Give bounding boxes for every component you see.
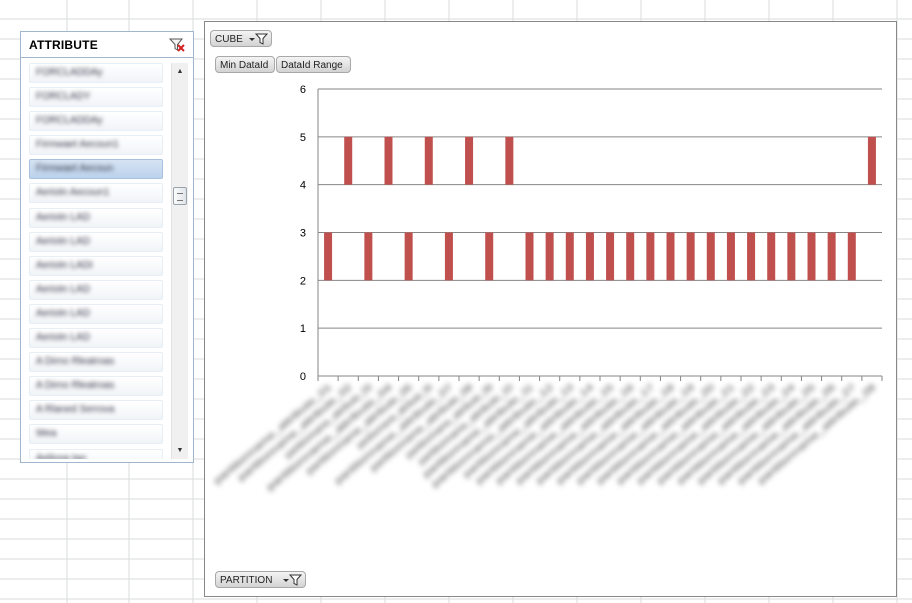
range-bar (444, 232, 453, 281)
pivot-chart: 0 1 2 3 4 5 6 partitionname_attribute_01 partiti… (204, 21, 897, 597)
dataid-range-field-label: DataId Range (281, 60, 343, 71)
partition-field-label: PARTITION (220, 575, 273, 586)
slicer-item[interactable]: Aeriotn LAD (29, 279, 163, 300)
range-bar (505, 136, 514, 185)
slicer-item-label: Aeriotn LAD (36, 332, 90, 344)
range-bar (545, 232, 554, 281)
slicer-item-label: Firmwaet Aecoun (36, 163, 114, 175)
slicer-item[interactable]: FORCLADDAy (29, 111, 163, 132)
range-bar (767, 232, 776, 281)
slicer-item[interactable]: A Dirno Rleatroas (29, 352, 163, 373)
x-category-labels: partitionname_attribute_01partitionname_… (212, 382, 877, 493)
slicer-item[interactable]: Wea (29, 424, 163, 445)
range-bar (585, 232, 594, 281)
chart-plot: 0 1 2 3 4 5 6 partitionname_attribute_01partiti… (212, 84, 883, 493)
cube-field-button[interactable]: CUBE (210, 30, 272, 47)
range-bar (606, 232, 615, 281)
range-bar (706, 232, 715, 281)
slicer-item-label: Aeriotn LADI (36, 259, 93, 271)
partition-field-button[interactable]: PARTITION (215, 571, 306, 588)
min-dataid-field-button[interactable]: Min DataId (215, 56, 275, 73)
range-bar (485, 232, 494, 281)
range-bar (364, 232, 373, 281)
slicer-item[interactable]: Aeriotn LADI (29, 255, 163, 276)
slicer-item-label: FORCLADY (36, 91, 91, 103)
y-tick-label: 5 (300, 132, 306, 144)
slicer-item[interactable]: Aeriotn Aecoun1 (29, 183, 163, 204)
y-tick-label: 2 (300, 275, 306, 287)
range-bar (686, 232, 695, 281)
slicer-item[interactable]: Aeriotn LAD (29, 207, 163, 228)
range-bar (747, 232, 756, 281)
clear-filter-icon[interactable] (169, 37, 185, 53)
range-bar (384, 136, 393, 185)
slicer-item-label: FORCLADDAy (36, 67, 103, 78)
slicer-item[interactable]: Aeriotn LAD (29, 328, 163, 349)
y-tick-label: 4 (300, 180, 306, 192)
range-bar (646, 232, 655, 281)
range-bar (787, 232, 796, 281)
slicer-item[interactable]: Aeriotn LAD (29, 231, 163, 252)
scroll-down-arrow[interactable]: ▼ (172, 444, 188, 458)
range-bar (867, 136, 876, 185)
range-bar (525, 232, 534, 281)
range-bar (626, 232, 635, 281)
slicer-item[interactable]: Firmwaet Aecoun1 (29, 135, 163, 156)
slicer-item[interactable]: A Dirno Rleatroas (29, 376, 163, 397)
y-tick-label: 0 (300, 371, 306, 383)
range-bar (807, 232, 816, 281)
slicer-item-label: Wea (36, 428, 57, 440)
slicer-item-label: A Dirno Rleatroas (36, 380, 115, 392)
slicer-item[interactable]: FORCLADY (29, 87, 163, 108)
attribute-slicer: ATTRIBUTE FORCLADDAy FORCLADY FORCLADDAy Fi… (20, 31, 194, 463)
slicer-item-label: A Dirno Rleatroas (36, 356, 115, 368)
slicer-item-label: Aelinoa tao (36, 452, 87, 460)
scroll-up-arrow[interactable]: ▲ (172, 65, 188, 79)
slicer-item-label: Aeriotn LAD (36, 283, 90, 295)
range-bar (404, 232, 413, 281)
slicer-item-list: FORCLADDAy FORCLADY FORCLADDAy Firmwaet Aec… (29, 63, 163, 459)
slicer-item[interactable]: A Rlaned Serrova (29, 400, 163, 421)
range-bar (726, 232, 735, 281)
range-bar (827, 232, 836, 281)
slicer-item-label: A Rlaned Serrova (36, 404, 115, 416)
filter-dropdown-icon (249, 33, 268, 45)
min-dataid-field-label: Min DataId (220, 60, 269, 71)
slicer-title: ATTRIBUTE (29, 38, 98, 52)
scroll-thumb[interactable] (173, 187, 187, 205)
range-bar (847, 232, 856, 281)
slicer-item[interactable]: Firmwaet Aecoun (29, 159, 163, 180)
range-bar (465, 136, 474, 185)
slicer-item-label: FORCLADDAy (36, 115, 103, 127)
slicer-item[interactable]: Aeriotn LAD (29, 303, 163, 324)
slicer-item-label: Aeriotn LAD (36, 235, 90, 247)
slicer-item-label: Firmwaet Aecoun1 (36, 139, 119, 151)
slicer-item-label: Aeriotn LAD (36, 307, 90, 319)
range-bar (324, 232, 333, 281)
cube-field-label: CUBE (215, 34, 243, 45)
y-tick-label: 3 (300, 228, 306, 240)
slicer-item-label: Aeriotn LAD (36, 211, 90, 223)
slicer-item-label: Aeriotn Aecoun1 (36, 187, 110, 199)
slicer-item[interactable]: FORCLADDAy (29, 63, 163, 83)
slicer-header: ATTRIBUTE (21, 32, 193, 58)
slicer-item[interactable]: Aelinoa tao (29, 448, 163, 460)
range-bar (424, 136, 433, 185)
y-tick-label: 6 (300, 84, 306, 96)
slicer-scrollbar[interactable]: ▲ ▼ (171, 63, 188, 459)
range-bar (666, 232, 675, 281)
range-bar (344, 136, 353, 185)
y-tick-label: 1 (300, 323, 306, 335)
dataid-range-field-button[interactable]: DataId Range (276, 56, 351, 73)
filter-dropdown-icon (283, 574, 302, 586)
range-bar (565, 232, 574, 281)
